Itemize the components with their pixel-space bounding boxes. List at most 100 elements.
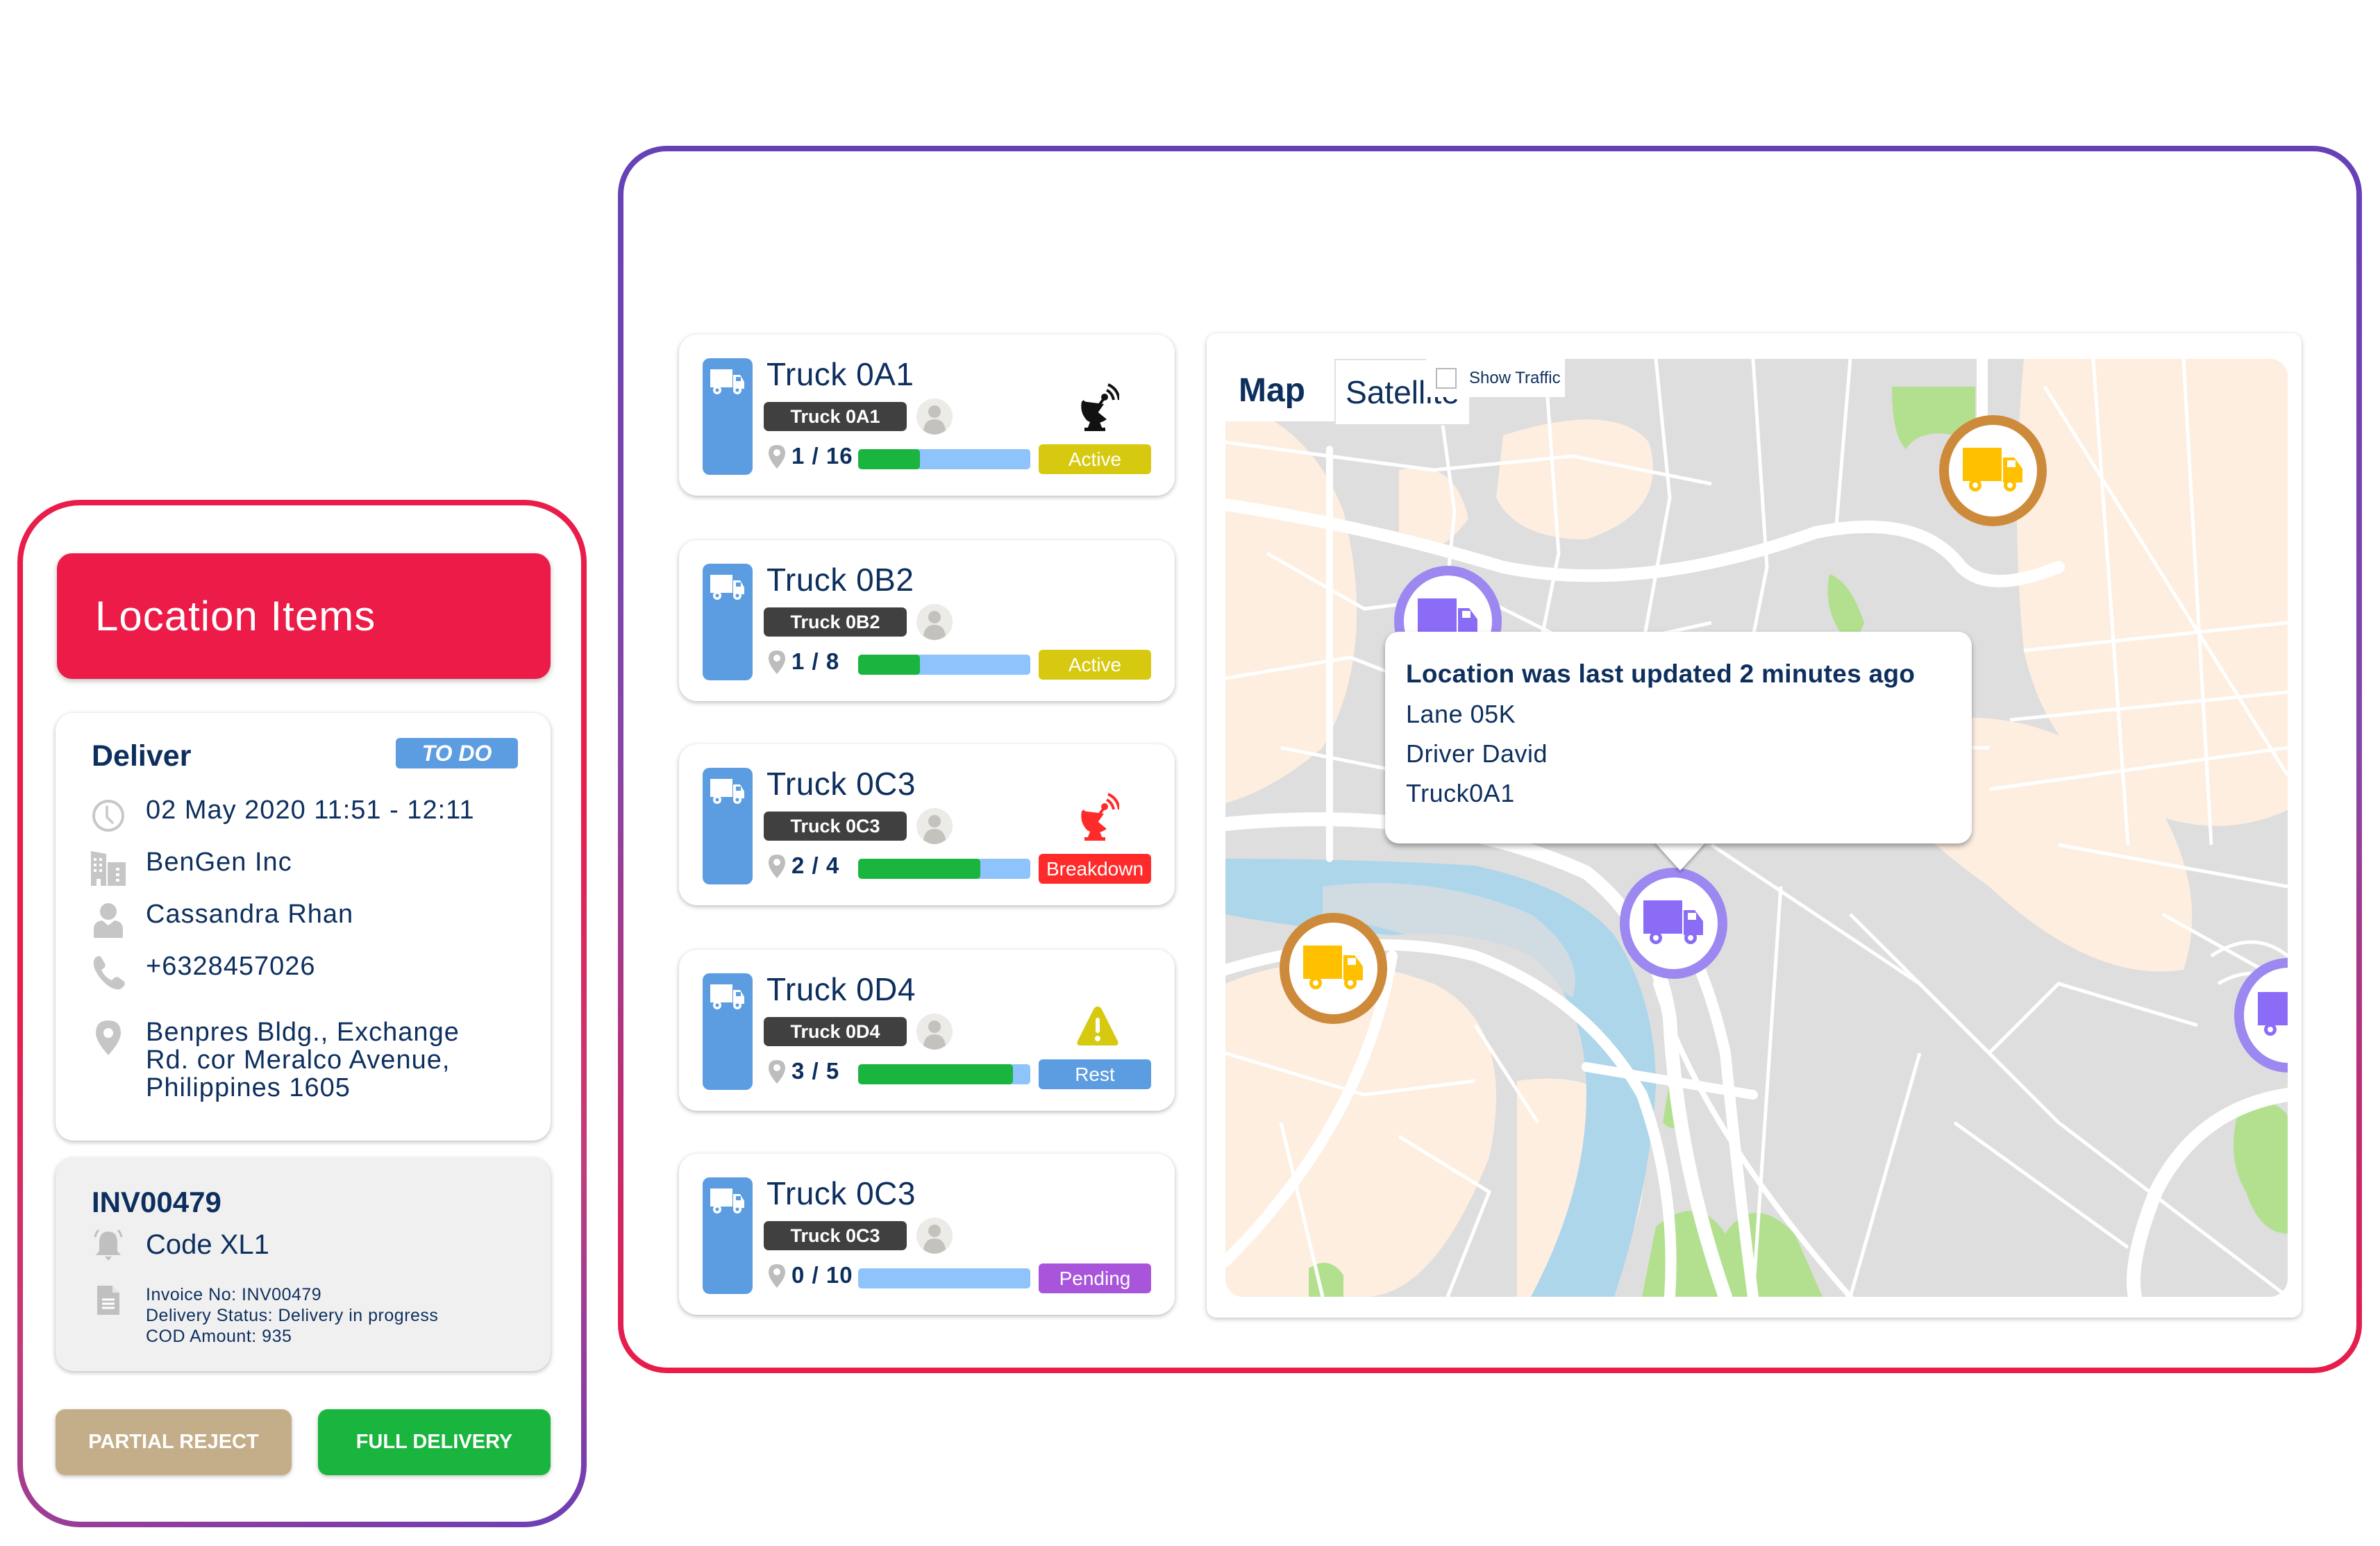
- truck-status-badge: Active: [1039, 444, 1151, 474]
- address-line: Philippines 1605: [146, 1073, 351, 1102]
- driver-avatar[interactable]: [916, 808, 953, 844]
- truck-status-badge: Active: [1039, 650, 1151, 680]
- progress-fill: [858, 1064, 1014, 1084]
- show-traffic-label: Show Traffic: [1469, 368, 1561, 387]
- truck-strip: [703, 768, 753, 884]
- bell-icon: [89, 1227, 128, 1262]
- truck-icon: [1302, 943, 1366, 995]
- contact-name-text: Cassandra Rhan: [146, 900, 354, 929]
- invoice-title: INV00479: [92, 1186, 221, 1218]
- truck-name: Truck 0C3: [766, 1175, 916, 1211]
- phone-row: +6328457026: [89, 952, 316, 991]
- driver-avatar[interactable]: [916, 398, 953, 435]
- truck-icon: [2256, 989, 2288, 1041]
- tooltip-truck: Truck0A1: [1406, 779, 1515, 807]
- truck-name: Truck 0A1: [766, 356, 914, 392]
- truck-status-badge: Rest: [1039, 1059, 1151, 1089]
- document-icon: [89, 1284, 128, 1316]
- delivery-progress-bar: [858, 859, 1030, 879]
- phone-text[interactable]: +6328457026: [146, 952, 316, 980]
- truck-strip: [703, 564, 753, 680]
- company-row: BenGen Inc: [89, 848, 292, 887]
- truck-card[interactable]: Truck 0C3 Truck 0C3 0 / 10 Pending: [679, 1154, 1175, 1315]
- truck-icon: [1642, 898, 1706, 950]
- contact-row: Cassandra Rhan: [89, 900, 353, 939]
- truck-tag: Truck 0C3: [764, 1221, 907, 1250]
- stops-count: 3 / 5: [791, 1058, 840, 1084]
- truck-card[interactable]: Truck 0C3 Truck 0C3 2 / 4 Breakdown: [679, 744, 1175, 905]
- company-text: BenGen Inc: [146, 848, 292, 877]
- location-items-title: Location Items: [95, 593, 376, 639]
- delivery-status: Delivery Status: Delivery in progress: [146, 1306, 439, 1325]
- cod-amount: COD Amount: 935: [146, 1327, 292, 1346]
- truck-tag: Truck 0A1: [764, 402, 907, 431]
- truck-strip: [703, 973, 753, 1090]
- truck-card[interactable]: Truck 0B2 Truck 0B2 1 / 8 Active: [679, 540, 1175, 701]
- truck-icon: [710, 573, 746, 605]
- invoice-details-row: Invoice No: INV00479 Delivery Status: De…: [89, 1284, 438, 1347]
- phone-icon: [89, 952, 128, 991]
- stops-count: 1 / 8: [791, 648, 840, 674]
- truck-icon: [710, 983, 746, 1014]
- truck-strip: [703, 358, 753, 475]
- invoice-code-text: Code XL1: [146, 1229, 269, 1260]
- location-items-header: Location Items: [57, 553, 551, 679]
- delivery-progress-bar: [858, 1064, 1030, 1084]
- driver-avatar[interactable]: [916, 1014, 953, 1050]
- delivery-progress-bar: [858, 1268, 1030, 1288]
- progress-fill: [858, 859, 981, 879]
- invoice-code-row: Code XL1: [89, 1227, 269, 1262]
- deliver-title: Deliver: [92, 739, 192, 773]
- invoice-details: Invoice No: INV00479 Delivery Status: De…: [146, 1284, 438, 1347]
- truck-icon: [710, 368, 746, 399]
- address-line: Rd. cor Meralco Avenue,: [146, 1045, 451, 1075]
- tab-map[interactable]: Map: [1209, 359, 1334, 421]
- tooltip-driver: Driver David: [1406, 739, 1548, 768]
- truck-strip: [703, 1177, 753, 1294]
- show-traffic-control[interactable]: Show Traffic: [1426, 359, 1565, 397]
- stop-pin-icon: [768, 650, 786, 678]
- stop-pin-icon: [768, 444, 786, 473]
- truck-tag: Truck 0C3: [764, 812, 907, 841]
- tooltip-arrow: [1654, 841, 1707, 871]
- partial-reject-button[interactable]: PARTIAL REJECT: [56, 1409, 292, 1475]
- stops-count: 2 / 4: [791, 852, 840, 878]
- truck-icon: [1961, 445, 2025, 497]
- deliver-card[interactable]: Deliver TO DO 02 May 2020 11:51 - 12:11 …: [56, 713, 551, 1141]
- address-line: Benpres Bldg., Exchange: [146, 1018, 460, 1047]
- clock-icon: [89, 796, 128, 835]
- person-icon: [89, 900, 128, 939]
- truck-marker[interactable]: [1939, 415, 2047, 526]
- driver-avatar[interactable]: [916, 1218, 953, 1254]
- truck-icon: [710, 778, 746, 809]
- datetime-row: 02 May 2020 11:51 - 12:11: [89, 796, 475, 835]
- satellite-dish-icon: [1076, 383, 1121, 432]
- stop-pin-icon: [768, 1263, 786, 1292]
- truck-status-badge: Pending: [1039, 1263, 1151, 1293]
- address-text: Benpres Bldg., Exchange Rd. cor Meralco …: [146, 1018, 460, 1102]
- truck-card[interactable]: Truck 0A1 Truck 0A1 1 / 16 Active: [679, 335, 1175, 496]
- invoice-card[interactable]: INV00479 Code XL1 Invoice No: INV00479 D…: [56, 1158, 551, 1371]
- status-badge: TO DO: [396, 738, 518, 768]
- stop-pin-icon: [768, 1059, 786, 1088]
- truck-name: Truck 0D4: [766, 971, 916, 1007]
- show-traffic-checkbox[interactable]: [1436, 367, 1457, 389]
- satellite-dish-icon: [1076, 793, 1121, 841]
- delivery-progress-bar: [858, 655, 1030, 675]
- tooltip-lane: Lane 05K: [1406, 700, 1516, 728]
- delivery-progress-bar: [858, 449, 1030, 469]
- warning-icon: [1076, 1004, 1119, 1052]
- address-row: Benpres Bldg., Exchange Rd. cor Meralco …: [89, 1018, 460, 1102]
- truck-marker-selected[interactable]: [1620, 868, 1727, 979]
- map-pin-icon: [89, 1018, 128, 1057]
- driver-avatar[interactable]: [916, 604, 953, 640]
- tooltip-title: Location was last updated 2 minutes ago: [1406, 659, 1916, 688]
- truck-card[interactable]: Truck 0D4 Truck 0D4 3 / 5 Rest: [679, 950, 1175, 1111]
- truck-marker[interactable]: [1280, 913, 1387, 1024]
- stops-count: 1 / 16: [791, 443, 853, 469]
- truck-tag: Truck 0B2: [764, 607, 907, 637]
- truck-marker-clipped[interactable]: [2234, 958, 2288, 1076]
- datetime-text: 02 May 2020 11:51 - 12:11: [146, 796, 475, 825]
- stops-count: 0 / 10: [791, 1262, 853, 1288]
- full-delivery-button[interactable]: FULL DELIVERY: [318, 1409, 551, 1475]
